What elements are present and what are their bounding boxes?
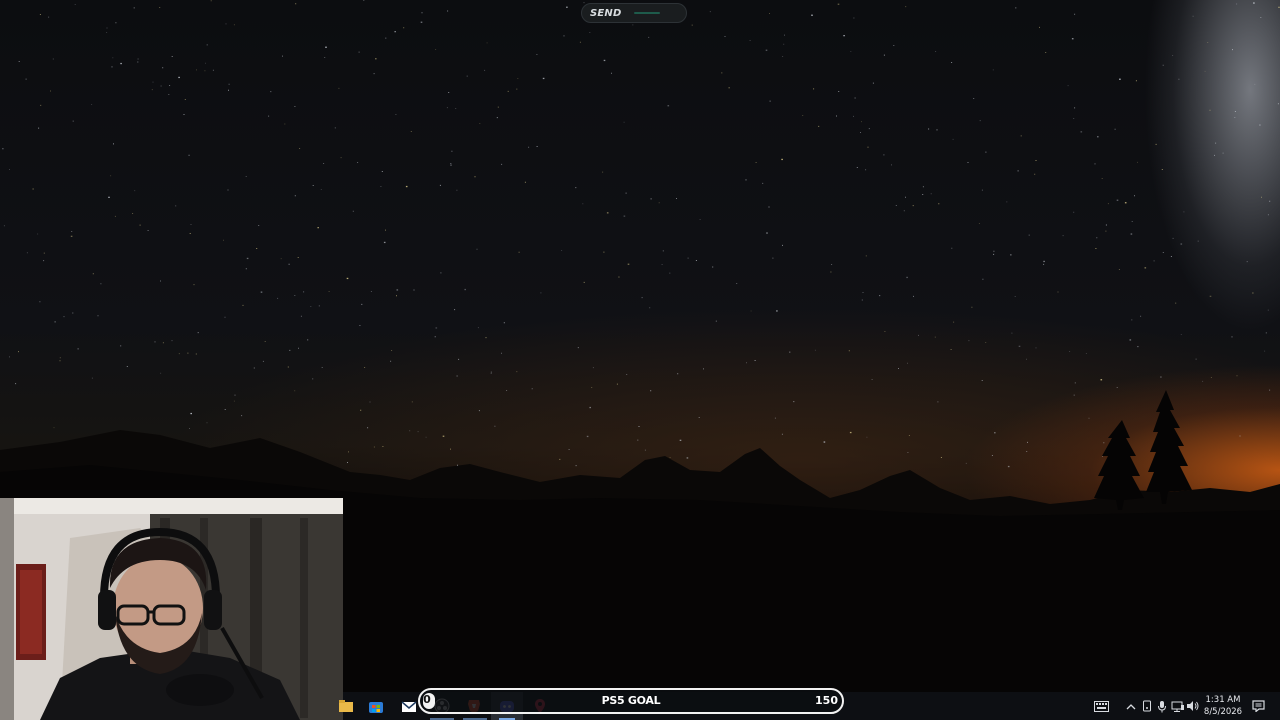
send-bar[interactable]: SEND — [581, 3, 687, 23]
webcam-overlay — [0, 498, 343, 720]
notification-center-icon[interactable] — [1251, 699, 1265, 713]
device-icon[interactable] — [1140, 699, 1154, 713]
mail-icon[interactable] — [400, 697, 418, 715]
webcam-feed — [0, 498, 343, 720]
file-explorer-icon[interactable] — [337, 697, 355, 715]
keyboard-layout-icon[interactable] — [1093, 699, 1109, 713]
microphone-icon[interactable] — [1155, 699, 1169, 713]
show-hidden-icons-chevron[interactable] — [1124, 699, 1138, 713]
send-label[interactable]: SEND — [590, 8, 622, 19]
taskbar-clock[interactable]: 1:31 AM 8/5/2026 — [1200, 694, 1246, 718]
clock-date: 8/5/2026 — [1203, 707, 1243, 717]
clock-time: 1:31 AM — [1205, 695, 1241, 705]
send-accent-line — [633, 12, 660, 14]
network-icon[interactable] — [1171, 699, 1185, 713]
goal-target-value: 150 — [815, 694, 838, 707]
microsoft-store-icon[interactable] — [367, 697, 385, 715]
volume-icon[interactable] — [1186, 699, 1200, 713]
goal-title: PS5 GOAL — [601, 694, 661, 707]
ps5-goal-widget: 0 PS5 GOAL 150 — [418, 688, 844, 714]
